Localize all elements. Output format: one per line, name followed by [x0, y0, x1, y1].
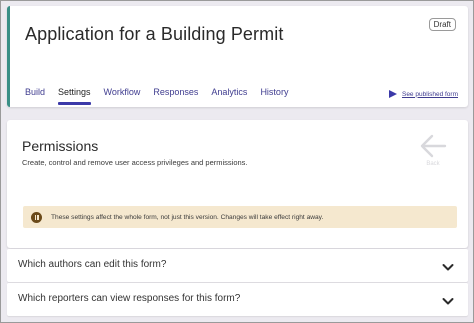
section-title: Permissions: [22, 138, 99, 154]
status-badge: Draft: [428, 18, 456, 31]
play-icon: [388, 90, 397, 98]
see-published-form-link[interactable]: See published form: [388, 90, 458, 98]
pause-icon: [31, 211, 42, 223]
arrow-left-icon: [418, 134, 448, 158]
form-title: Application for a Building Permit: [25, 24, 284, 44]
permissions-panel: Permissions Create, control and remove u…: [7, 120, 468, 248]
accordion-label: Which authors can edit this form?: [18, 259, 167, 270]
notice-text: These settings affect the whole form, no…: [51, 213, 324, 221]
see-published-form-label: See published form: [401, 90, 458, 98]
accordion-authors-edit[interactable]: Which authors can edit this form?: [7, 249, 468, 282]
accordion-label: Which reporters can view responses for t…: [18, 293, 241, 304]
tab-history[interactable]: History: [260, 87, 288, 97]
tab-bar: Build Settings Workflow Responses Analyt…: [25, 87, 301, 105]
tab-responses[interactable]: Responses: [153, 87, 198, 97]
back-label: Back: [426, 161, 440, 167]
tab-settings[interactable]: Settings: [58, 87, 91, 105]
chevron-down-icon[interactable]: [442, 293, 454, 311]
tab-workflow[interactable]: Workflow: [104, 87, 141, 97]
chevron-down-icon[interactable]: [442, 259, 454, 277]
form-header: Application for a Building Permit Draft …: [7, 6, 468, 107]
back-button[interactable]: Back: [418, 134, 448, 167]
tab-analytics[interactable]: Analytics: [211, 87, 247, 97]
tab-build[interactable]: Build: [25, 87, 45, 97]
settings-notice: These settings affect the whole form, no…: [23, 206, 457, 228]
section-description: Create, control and remove user access p…: [22, 158, 248, 167]
accordion-reporters-view[interactable]: Which reporters can view responses for t…: [7, 283, 468, 316]
